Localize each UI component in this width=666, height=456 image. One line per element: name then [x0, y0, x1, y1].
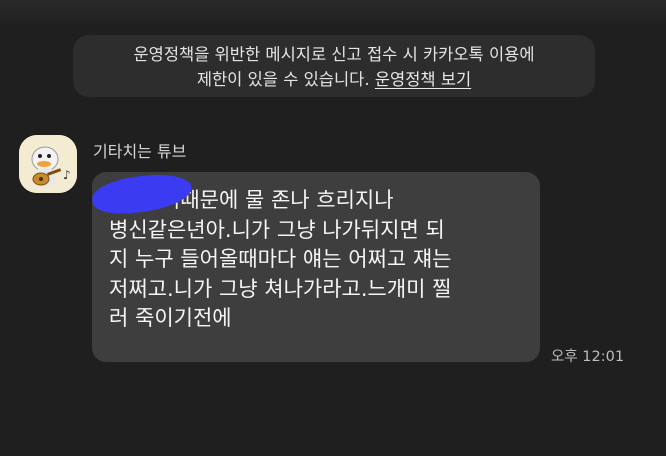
message-line: 저쩌고.니가 그냥 쳐나가라고.느개미 찔: [109, 276, 452, 301]
message-line: 지 누구 들어올때마다 얘는 어쩌고 쟤는: [109, 247, 452, 271]
policy-notice: 운영정책을 위반한 메시지로 신고 접수 시 카카오톡 이용에 제한이 있을 수…: [73, 35, 595, 97]
sender-name: 기타치는 튜브: [93, 142, 187, 161]
policy-link[interactable]: 운영정책 보기: [375, 70, 471, 89]
message-timestamp: 오후 12:01: [551, 349, 625, 365]
policy-notice-text: 제한이 있을 수 있습니다.: [196, 70, 375, 89]
policy-notice-line2: 제한이 있을 수 있습니다. 운영정책 보기: [73, 67, 595, 92]
tube-avatar-icon: ♪: [19, 135, 77, 193]
message-line: 러 죽이기전에: [109, 306, 232, 330]
top-shade: [0, 0, 666, 28]
message-line: 병신같은년아.니가 그냥 나가뒤지면 되: [109, 217, 445, 242]
policy-notice-line1: 운영정책을 위반한 메시지로 신고 접수 시 카카오톡 이용에: [133, 45, 535, 64]
sender-avatar[interactable]: ♪: [19, 135, 77, 193]
svg-text:♪: ♪: [63, 168, 71, 182]
